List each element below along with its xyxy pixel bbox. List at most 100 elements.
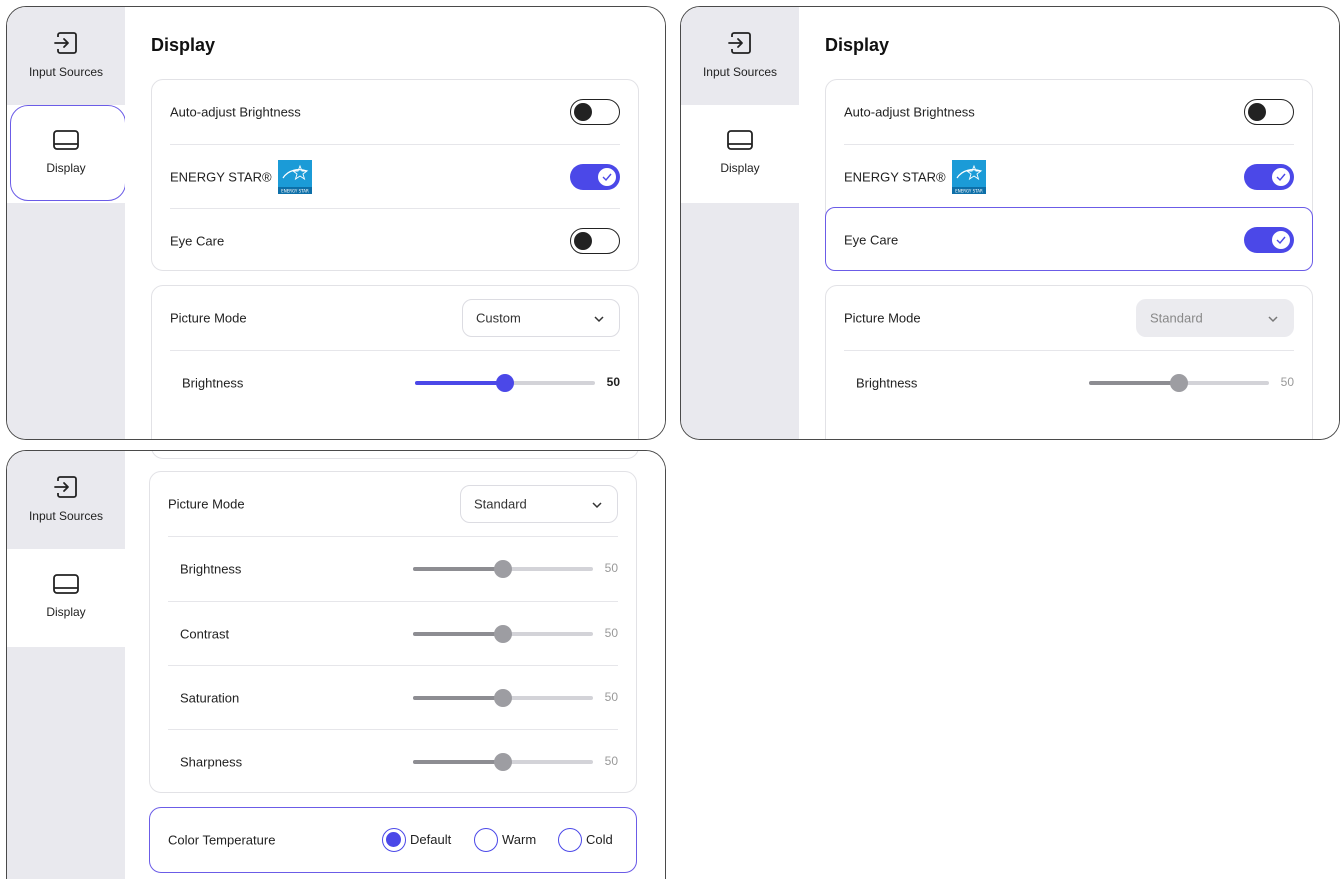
chevron-down-icon	[592, 502, 602, 509]
slider-thumb[interactable]	[494, 624, 512, 643]
picture-mode-value: Standard	[1150, 310, 1203, 326]
main-content: Picture Mode Standard Brightness 50 Cont…	[125, 451, 665, 879]
setting-label: ENERGY STAR®	[844, 169, 946, 184]
setting-label: Eye Care	[844, 232, 899, 248]
slider-value: 50	[604, 560, 618, 575]
sidebar-item-label: Display	[46, 605, 86, 619]
power-settings-card-edge	[151, 451, 639, 459]
slider-thumb[interactable]	[494, 688, 512, 707]
energy-star-toggle[interactable]	[570, 163, 620, 190]
brightness-row: Brightness 50	[168, 536, 618, 600]
setting-label: Picture Mode	[170, 310, 247, 326]
check-icon	[1276, 173, 1286, 181]
slider-value: 50	[1280, 374, 1294, 389]
slider-thumb[interactable]	[494, 752, 512, 771]
radio-label: Cold	[586, 832, 613, 847]
eye-care-row: Eye Care	[844, 208, 1294, 272]
auto-adjust-brightness-toggle[interactable]	[1244, 99, 1294, 125]
auto-adjust-brightness-toggle[interactable]	[570, 99, 620, 125]
setting-label: Brightness	[856, 375, 918, 390]
focus-ring	[10, 105, 126, 201]
energy-star-row: ENERGY STAR® ENERGY STAR	[844, 144, 1294, 208]
picture-settings-card: Picture Mode Standard Brightness 50 Cont…	[149, 471, 637, 793]
main-content: Display Auto-adjust Brightness ENERGY ST…	[125, 7, 665, 439]
display-settings-panel-custom: Input Sources Display Display Auto-adjus…	[6, 6, 666, 440]
slider-thumb[interactable]	[496, 373, 514, 392]
energy-star-logo: ENERGY STAR	[952, 159, 986, 194]
eye-care-toggle[interactable]	[570, 227, 620, 254]
svg-text:ENERGY STAR: ENERGY STAR	[281, 188, 309, 193]
setting-label: Eye Care	[170, 233, 225, 248]
sidebar: Input Sources Display	[7, 451, 125, 879]
sidebar-item-label: Input Sources	[28, 65, 104, 79]
sidebar-item-display[interactable]: Display	[7, 549, 125, 647]
chevron-down-icon	[594, 316, 604, 323]
setting-label: Auto-adjust Brightness	[170, 104, 301, 120]
setting-label: Contrast	[180, 626, 230, 641]
picture-mode-value: Custom	[476, 310, 521, 326]
sidebar-item-label: Input Sources	[702, 65, 778, 79]
radio-button[interactable]	[474, 828, 498, 852]
sidebar-item-input-sources[interactable]: Input Sources	[7, 7, 125, 105]
svg-text:ENERGY STAR: ENERGY STAR	[955, 188, 983, 193]
slider-thumb[interactable]	[494, 559, 512, 578]
saturation-row: Saturation 50	[168, 665, 618, 729]
input-sources-icon	[54, 476, 77, 498]
sidebar-item-input-sources[interactable]: Input Sources	[681, 7, 799, 105]
page-title: Display	[825, 35, 890, 55]
auto-adjust-brightness-row: Auto-adjust Brightness	[844, 80, 1294, 144]
chevron-down-icon	[1268, 316, 1278, 323]
power-settings-card: Auto-adjust Brightness ENERGY STAR® ENER…	[151, 79, 639, 271]
picture-mode-select[interactable]: Standard	[1136, 299, 1294, 337]
sidebar-item-label: Input Sources	[28, 509, 104, 523]
radio-button[interactable]	[382, 828, 406, 852]
setting-label: Picture Mode	[844, 310, 921, 326]
radio-button[interactable]	[558, 828, 582, 852]
color-temperature-card: Color Temperature Default Warm Cold	[149, 807, 637, 873]
auto-adjust-brightness-row: Auto-adjust Brightness	[170, 80, 620, 144]
energy-star-toggle[interactable]	[1244, 163, 1294, 190]
check-icon	[602, 173, 612, 181]
radio-label: Warm	[502, 832, 537, 847]
picture-mode-row: Picture Mode Standard	[168, 472, 618, 536]
setting-label: ENERGY STAR®	[170, 169, 272, 184]
brightness-slider[interactable]: 50	[413, 559, 618, 579]
setting-label: Auto-adjust Brightness	[844, 104, 975, 120]
display-settings-panel-eye-care: Input Sources Display Display Auto-adjus…	[680, 6, 1340, 440]
setting-label: Color Temperature	[168, 832, 276, 848]
contrast-slider[interactable]: 50	[413, 624, 618, 644]
sidebar-item-input-sources[interactable]: Input Sources	[7, 451, 125, 549]
sidebar-item-display[interactable]: Display	[681, 105, 799, 203]
input-sources-icon	[54, 32, 77, 54]
picture-settings-card: Picture Mode Custom Brightness 50	[151, 285, 639, 439]
slider-thumb[interactable]	[1170, 373, 1188, 392]
radio-label: Default	[410, 832, 452, 847]
setting-label: Brightness	[180, 561, 242, 576]
saturation-slider[interactable]: 50	[413, 688, 618, 708]
sharpness-slider[interactable]: 50	[413, 752, 618, 772]
picture-mode-select[interactable]: Custom	[462, 299, 620, 337]
setting-label: Sharpness	[180, 754, 243, 769]
input-sources-icon	[728, 32, 751, 54]
color-temperature-radio-group: Default Warm Cold	[382, 828, 618, 852]
sidebar: Input Sources Display	[681, 7, 799, 439]
sharpness-row: Sharpness 50	[168, 729, 618, 793]
slider-value: 50	[604, 689, 618, 704]
display-settings-panel-scrolled: Input Sources Display Picture Mode Stand…	[6, 450, 666, 879]
brightness-row: Brightness 50	[844, 350, 1294, 414]
setting-label: Saturation	[180, 690, 240, 705]
slider-value: 50	[604, 625, 618, 640]
brightness-slider[interactable]: 50	[1089, 373, 1294, 393]
energy-star-logo: ENERGY STAR	[278, 159, 312, 194]
brightness-row: Brightness 50	[170, 350, 620, 414]
check-icon	[1276, 236, 1286, 245]
brightness-slider[interactable]: 50	[415, 373, 620, 393]
eye-care-toggle[interactable]	[1244, 227, 1294, 253]
display-icon	[53, 574, 79, 594]
page-title: Display	[151, 35, 216, 55]
picture-mode-select[interactable]: Standard	[460, 485, 618, 523]
picture-settings-card: Picture Mode Standard Brightness 50	[825, 285, 1313, 439]
color-temperature-row: Color Temperature Default Warm Cold	[168, 808, 618, 872]
main-content: Display Auto-adjust Brightness ENERGY ST…	[799, 7, 1339, 439]
setting-label: Brightness	[182, 375, 244, 390]
